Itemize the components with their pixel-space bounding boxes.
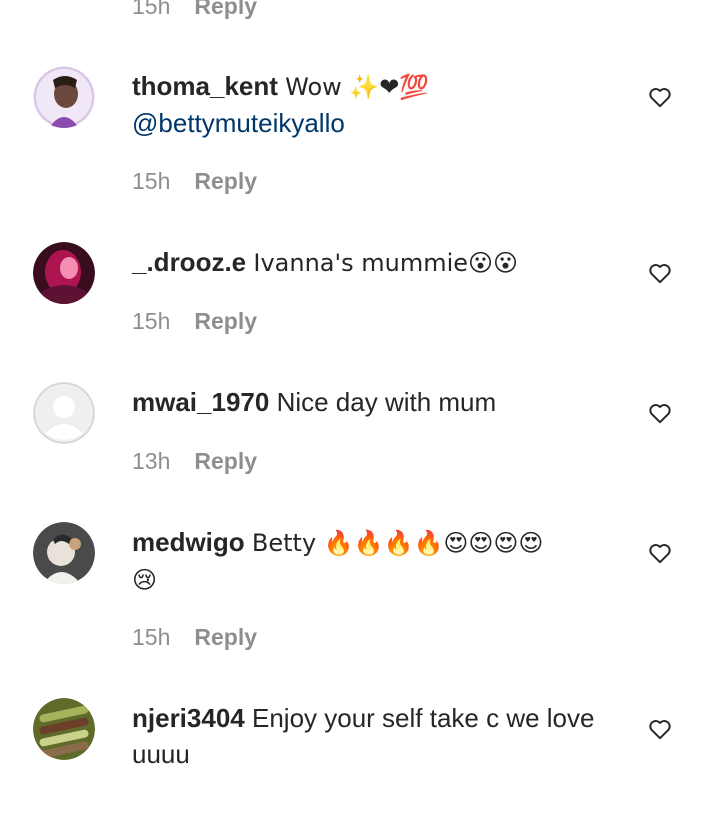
comment-body: Ivanna's mummie😮😮 [253, 249, 519, 277]
comment-body: Wow ✨❤💯 [285, 73, 430, 101]
comment-text-block: njeri3404 Enjoy your self take c we love… [132, 700, 622, 772]
like-heart-icon[interactable] [647, 540, 673, 566]
avatar[interactable] [33, 242, 95, 304]
comment-meta-row: 13h Reply [132, 448, 257, 475]
comment-username[interactable]: mwai_1970 [132, 387, 269, 417]
comment-text-block: _.drooz.e Ivanna's mummie😮😮 [132, 244, 622, 281]
comment-meta-row: 15h Reply [132, 168, 257, 195]
reply-button[interactable]: Reply [194, 168, 257, 195]
like-heart-icon[interactable] [647, 84, 673, 110]
reply-button[interactable]: Reply [194, 0, 257, 20]
comment-time: 13h [132, 448, 171, 474]
reply-button[interactable]: Reply [194, 448, 257, 475]
comment-username[interactable]: njeri3404 [132, 703, 245, 733]
avatar[interactable] [33, 382, 95, 444]
avatar[interactable] [33, 66, 95, 128]
mention-link[interactable]: @bettymuteikyallo [132, 108, 345, 138]
comment-time: 15h [132, 168, 171, 194]
comment-username[interactable]: medwigo [132, 527, 245, 557]
like-heart-icon[interactable] [647, 716, 673, 742]
comment-time: 15h [132, 308, 171, 334]
comment-username[interactable]: thoma_kent [132, 71, 278, 101]
comment-time: 15h [132, 0, 171, 19]
reply-button[interactable]: Reply [194, 624, 257, 651]
reply-button[interactable]: Reply [194, 308, 257, 335]
comment-body: Betty 🔥🔥🔥🔥😍😍😍😍 [251, 529, 544, 557]
comment-text-block: mwai_1970 Nice day with mum [132, 384, 622, 420]
comment-meta-row: 15h Reply [132, 0, 257, 20]
comment-meta-row: 15h Reply [132, 624, 257, 651]
like-heart-icon[interactable] [647, 260, 673, 286]
comment-meta-row: 15h Reply [132, 308, 257, 335]
avatar[interactable] [33, 698, 95, 760]
comment-text-block: thoma_kent Wow ✨❤💯 @bettymuteikyallo [132, 68, 622, 141]
comment-body-continued: 😢 [132, 566, 158, 594]
comment-body: Nice day with mum [276, 387, 497, 417]
comment-time: 15h [132, 624, 171, 650]
comment-text-block: medwigo Betty 🔥🔥🔥🔥😍😍😍😍 😢 [132, 524, 622, 598]
like-heart-icon[interactable] [647, 400, 673, 426]
comment-username[interactable]: _.drooz.e [132, 247, 246, 277]
avatar[interactable] [33, 522, 95, 584]
